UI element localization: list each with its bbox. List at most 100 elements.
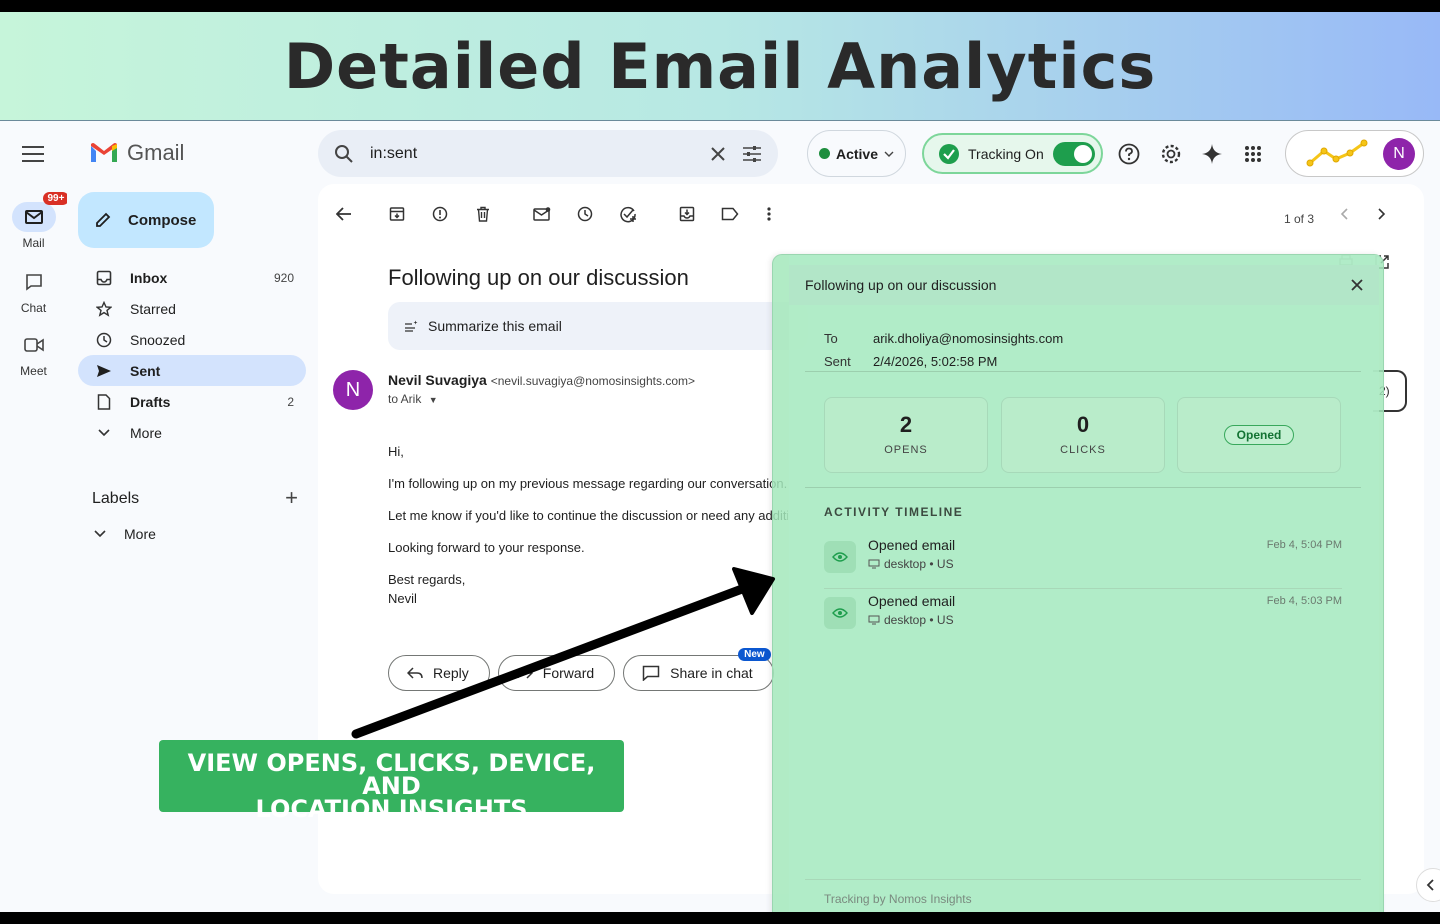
forward-label: Forward (542, 665, 595, 681)
add-task-icon[interactable] (616, 202, 640, 226)
newer-chevron-icon[interactable] (1332, 202, 1356, 226)
event-title: Opened email (868, 537, 956, 553)
share-label: Share in chat (670, 665, 753, 681)
message-body: Hi, I'm following up on my previous mess… (388, 442, 788, 608)
body-line: Let me know if you'd like to continue th… (388, 508, 788, 523)
chevron-down-icon (94, 530, 106, 538)
opens-label: OPENS (884, 444, 928, 456)
main-menu-icon[interactable] (22, 146, 44, 162)
labels-section-header: Labels + (92, 487, 298, 509)
app-name: Gmail (127, 140, 185, 165)
sidebar-item-label: Sent (130, 362, 161, 379)
sidebar-item-snoozed[interactable]: Snoozed (78, 324, 306, 355)
sidebar-item-label: Starred (130, 300, 176, 317)
body-line: Hi, (388, 444, 404, 459)
close-icon[interactable] (1351, 279, 1363, 291)
mark-unread-icon[interactable] (530, 202, 554, 226)
star-icon (94, 300, 114, 317)
search-icon[interactable] (334, 144, 354, 164)
sender-avatar[interactable]: N (333, 370, 373, 410)
chevron-left-icon (1426, 879, 1434, 891)
back-arrow-icon[interactable] (332, 202, 356, 226)
move-to-icon[interactable] (675, 202, 699, 226)
share-in-chat-button[interactable]: Share in chat New (623, 648, 774, 691)
brand-logo-icon (1306, 139, 1368, 166)
tracking-toggle-chip[interactable]: Tracking On (922, 133, 1103, 174)
label-tag-icon[interactable] (718, 202, 742, 226)
apps-grid-icon[interactable] (1241, 142, 1265, 166)
check-circle-icon (939, 143, 959, 164)
rail-item-chat[interactable]: Chat (0, 267, 67, 315)
meta-sent-value: 2/4/2026, 5:02:58 PM (873, 354, 998, 369)
sidebar-item-drafts[interactable]: Drafts 2 (78, 386, 306, 417)
search-input[interactable] (370, 144, 694, 163)
reply-button[interactable]: Reply (388, 655, 490, 691)
rail-item-mail[interactable]: 99+ Mail (0, 192, 70, 250)
status-dropdown[interactable]: Active (807, 130, 906, 177)
sidebar-item-label: Inbox (130, 269, 168, 286)
sidebar-item-more[interactable]: More (78, 417, 306, 448)
rail-label-chat: Chat (20, 301, 47, 315)
sidebar-item-label: Drafts (130, 393, 171, 410)
sidebar-item-starred[interactable]: Starred (78, 293, 306, 324)
forward-button[interactable]: Forward (497, 655, 616, 691)
trash-icon[interactable] (471, 202, 495, 226)
status-badge: Opened (1223, 425, 1295, 445)
event-time: Feb 4, 5:04 PM (1266, 539, 1342, 551)
sidebar-item-sent[interactable]: Sent (78, 355, 306, 386)
search-options-icon[interactable] (742, 145, 762, 163)
help-icon[interactable] (1117, 142, 1141, 166)
sidebar-item-inbox[interactable]: Inbox 920 (78, 262, 306, 293)
desktop-monitor-icon (868, 615, 880, 625)
pencil-icon (96, 212, 111, 227)
gemini-sparkle-icon[interactable] (1200, 142, 1224, 166)
tracking-label: Tracking On (968, 145, 1044, 162)
forward-arrow-icon (517, 667, 533, 679)
labels-more-label: More (124, 526, 156, 542)
report-spam-icon[interactable] (428, 202, 452, 226)
add-label-icon[interactable]: + (285, 487, 298, 509)
app-frame: Detailed Email Analytics 99+ Mail Chat M… (0, 12, 1440, 912)
divider (805, 487, 1361, 488)
email-meta: To arik.dholiya@nomosinsights.com Sent 2/4… (824, 327, 1063, 373)
meta-sent-key: Sent (824, 354, 851, 369)
rail-label-meet: Meet (20, 364, 47, 378)
more-vert-icon[interactable] (757, 202, 781, 226)
older-chevron-icon[interactable] (1370, 202, 1394, 226)
rail-item-meet[interactable]: Meet (0, 330, 67, 378)
chevron-down-icon (884, 151, 894, 157)
clicks-count: 0 (1076, 412, 1090, 437)
app-rail: 99+ Mail Chat Meet (0, 122, 70, 912)
desktop-monitor-icon (868, 559, 880, 569)
account-chip[interactable]: N (1285, 130, 1424, 177)
summarize-email-button[interactable]: Summarize this email (388, 302, 808, 350)
snooze-clock-icon[interactable] (573, 202, 597, 226)
archive-icon[interactable] (385, 202, 409, 226)
banner-title: Detailed Email Analytics (283, 29, 1157, 103)
status-label: Active (835, 145, 879, 162)
clear-search-icon[interactable] (710, 146, 726, 162)
compose-button[interactable]: Compose (78, 192, 214, 248)
clicks-stat-card: 0 CLICKS (1001, 397, 1165, 473)
clock-icon (94, 332, 114, 348)
chat-bubble-icon (642, 665, 660, 681)
avatar[interactable]: N (1383, 137, 1415, 170)
recipient-line[interactable]: to Arik ▼ (388, 392, 438, 406)
labels-more[interactable]: More (94, 526, 156, 542)
tracking-toggle[interactable] (1053, 141, 1095, 166)
compose-label: Compose (128, 211, 197, 229)
gmail-logo[interactable]: Gmail (89, 140, 184, 166)
recipient-text: to Arik (388, 392, 422, 406)
reply-label: Reply (433, 665, 469, 681)
summarize-label: Summarize this email (428, 318, 562, 334)
message-actions: Reply Forward Share in chat New (388, 648, 774, 691)
gear-icon[interactable] (1159, 142, 1183, 166)
send-icon (94, 364, 114, 378)
search-bar (318, 130, 778, 177)
side-panel-toggle[interactable] (1416, 868, 1440, 902)
folder-list: Inbox 920 Starred Snoozed Sent Drafts 2 (78, 262, 306, 448)
opens-stat-card: 2 OPENS (824, 397, 988, 473)
sender-line: Nevil Suvagiya <nevil.suvagiya@nomosinsi… (388, 372, 695, 388)
caret-down-icon: ▼ (428, 395, 438, 405)
panel-footer: Tracking by Nomos Insights (824, 892, 972, 906)
